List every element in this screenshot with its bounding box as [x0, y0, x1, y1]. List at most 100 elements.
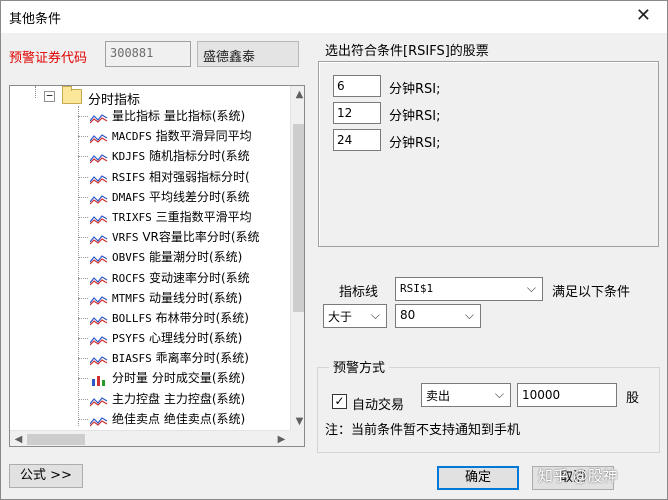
- auto-trade-label[interactable]: 自动交易: [352, 394, 404, 413]
- tree-item[interactable]: BIASFS 乖离率分时(系统): [78, 348, 290, 368]
- formula-button[interactable]: 公式 >>: [9, 464, 83, 488]
- tree-item-code: RSIFS: [112, 170, 146, 184]
- tree-connector: [78, 358, 88, 360]
- tree-connector: [78, 196, 88, 198]
- operator-value: 大于: [328, 310, 353, 324]
- scroll-up-icon[interactable]: ▲: [291, 86, 304, 103]
- wave-chart-icon: [89, 171, 108, 184]
- tree-item[interactable]: DMAFS 平均线差分时(系统: [78, 187, 290, 207]
- tree-item-label: 随机指标分时(系统: [145, 149, 250, 164]
- collapse-icon[interactable]: −: [44, 90, 55, 102]
- stock-code-field[interactable]: 300881: [105, 41, 191, 67]
- quantity-input[interactable]: 10000: [517, 383, 617, 407]
- tree-item[interactable]: VRFS VR容量比率分时(系统: [78, 227, 290, 247]
- wave-chart-icon: [89, 231, 108, 245]
- stock-name-field: 盛德鑫泰: [197, 41, 299, 67]
- tree-connector: [78, 398, 88, 400]
- vertical-scrollbar[interactable]: ▲ ▼: [290, 86, 304, 430]
- wave-chart-icon: [89, 150, 108, 164]
- tree-item[interactable]: 量比指标 量比指标(系统): [78, 106, 290, 126]
- alert-stock-code-label: 预警证券代码: [9, 51, 88, 66]
- param-label: 分钟RSI;: [389, 136, 441, 151]
- horizontal-scrollbar[interactable]: ◀ ▶: [10, 430, 290, 446]
- wave-chart-icon: [89, 352, 108, 366]
- alert-method-title: 预警方式: [329, 357, 390, 376]
- tree-item-code: MTMFS: [112, 291, 146, 305]
- operator-select[interactable]: 大于 ⌵: [323, 304, 387, 328]
- chevron-down-icon: ⌵: [494, 387, 504, 401]
- tree-items: 量比指标 量比指标(系统) MACDFS 指数平滑异同平均 KDJFS 随机指标分时…: [78, 106, 290, 429]
- scroll-corner: [290, 430, 304, 446]
- tree-item[interactable]: OBVFS 能量潮分时(系统): [78, 247, 290, 267]
- tree-item[interactable]: KDJFS 随机指标分时(系统: [78, 146, 290, 166]
- title-bar: 其他条件 ✕: [1, 1, 667, 33]
- tree-item-code: ROCFS: [112, 271, 146, 285]
- wave-chart-icon: [89, 211, 108, 225]
- watermark: 知乎 @股神: [538, 467, 618, 485]
- tree-connector: [78, 176, 88, 178]
- tree-connector: [78, 418, 88, 420]
- scroll-down-icon[interactable]: ▼: [291, 413, 304, 430]
- tree-item-label: 变动速率分时(系统: [145, 270, 250, 285]
- tree-item-label: 指数平滑异同平均: [151, 129, 252, 144]
- scroll-thumb[interactable]: [293, 124, 304, 312]
- other-conditions-dialog: 其他条件 ✕ 预警证券代码 300881 盛德鑫泰 − 分时指标 量比指标 量比…: [0, 0, 668, 500]
- auto-trade-checkbox[interactable]: ✓: [332, 394, 347, 409]
- tree-item-label: 绝佳卖点 绝佳卖点(系统): [112, 411, 246, 426]
- folder-icon: [62, 86, 82, 104]
- scroll-left-icon[interactable]: ◀: [10, 431, 27, 446]
- trade-side-select[interactable]: 卖出 ⌵: [421, 383, 511, 407]
- indicator-line-value: RSI$1: [400, 282, 434, 295]
- ok-button[interactable]: 确定: [437, 466, 519, 490]
- tree-item-code: PSYFS: [112, 332, 146, 346]
- tree-item-label: 心理线分时(系统): [145, 331, 243, 346]
- wave-chart-icon: [89, 130, 108, 144]
- param-input[interactable]: 24: [333, 129, 381, 151]
- quantity-unit: 股: [626, 391, 640, 406]
- threshold-select[interactable]: 80 ⌵: [395, 304, 481, 328]
- tree-item-label: 能量潮分时(系统): [145, 250, 243, 265]
- tree-item-label: 三重指数平滑平均: [151, 209, 252, 224]
- param-label: 分钟RSI;: [389, 82, 441, 97]
- tree-item-code: DMAFS: [112, 190, 146, 204]
- tree-connector: [78, 116, 88, 117]
- tree-item[interactable]: RSIFS 相对强弱指标分时(: [78, 167, 290, 187]
- tree-item[interactable]: TRIXFS 三重指数平滑平均: [78, 207, 290, 227]
- tree-connector: [78, 378, 88, 380]
- tree-item-label: 平均线差分时(系统: [145, 189, 250, 204]
- tree-connector: [35, 86, 36, 98]
- scroll-right-icon[interactable]: ▶: [273, 431, 290, 446]
- scroll-thumb[interactable]: [27, 434, 85, 445]
- tree-item[interactable]: 主力控盘 主力控盘(系统): [78, 389, 290, 409]
- param-input[interactable]: 6: [333, 75, 381, 97]
- tree-item-code: OBVFS: [112, 251, 146, 265]
- wave-chart-icon: [89, 110, 108, 124]
- tree-item[interactable]: BOLLFS 布林带分时(系统): [78, 308, 290, 328]
- chevron-down-icon: ⌵: [370, 308, 380, 322]
- indicator-tree[interactable]: − 分时指标 量比指标 量比指标(系统) MACDFS 指数平滑异同平均 KDJFS…: [9, 85, 305, 447]
- tree-item-code: KDJFS: [112, 150, 146, 164]
- tree-item[interactable]: MTMFS 动量线分时(系统): [78, 288, 290, 308]
- tree-item[interactable]: 分时量 分时成交量(系统): [78, 368, 290, 388]
- indicator-line-label: 指标线: [339, 285, 379, 300]
- trade-side-value: 卖出: [426, 389, 451, 403]
- wave-chart-icon: [89, 332, 108, 346]
- wave-chart-icon: [89, 251, 108, 265]
- param-input[interactable]: 12: [333, 102, 381, 124]
- chevron-down-icon: ⌵: [464, 308, 474, 322]
- indicator-line-select[interactable]: RSI$1 ⌵: [395, 277, 543, 301]
- tree-item-label: 乖离率分时(系统): [151, 351, 249, 366]
- notification-note: 注：当前条件暂不支持通知到手机: [325, 423, 521, 438]
- tree-item-label: 分时量 分时成交量(系统): [112, 371, 246, 386]
- tree-item[interactable]: MACDFS 指数平滑异同平均: [78, 126, 290, 146]
- bar-chart-icon: [90, 372, 108, 387]
- tree-item[interactable]: ROCFS 变动速率分时(系统: [78, 268, 290, 288]
- wave-chart-icon: [89, 292, 108, 306]
- tree-item[interactable]: 绝佳卖点 绝佳卖点(系统): [78, 409, 290, 429]
- tree-item-code: BOLLFS: [112, 311, 152, 325]
- tree-item[interactable]: PSYFS 心理线分时(系统): [78, 328, 290, 348]
- tree-item-label: 布林带分时(系统): [151, 310, 249, 325]
- tree-connector: [78, 338, 88, 340]
- close-icon[interactable]: ✕: [636, 6, 651, 26]
- param-section-title: 选出符合条件[RSIFS]的股票: [325, 44, 489, 59]
